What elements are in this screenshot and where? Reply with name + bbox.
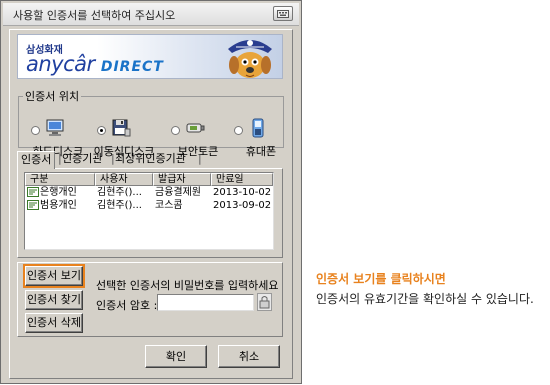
- cert-location-legend: 인증서 위치: [25, 90, 80, 103]
- password-input[interactable]: [157, 294, 254, 311]
- tab-certificate[interactable]: 인증서: [17, 151, 56, 169]
- row-issuer: 코스콤: [155, 200, 183, 211]
- dialog-title: 사용할 인증서를 선택하여 주십시오: [13, 9, 176, 22]
- cert-location-group: 인증서 위치 하드디스크 이동식디스크 보안토큰 휴대폰: [18, 88, 284, 158]
- row-user: 김현주()...: [97, 187, 142, 198]
- brand-name: anycâr: [26, 52, 95, 76]
- password-label: 인증서 암호 :: [96, 299, 158, 312]
- help-note-body: 인증서의 유효기간을 확인하실 수 있습니다.: [316, 292, 534, 306]
- find-cert-button[interactable]: 인증서 찾기: [25, 290, 83, 310]
- radio-token[interactable]: [171, 126, 180, 135]
- virtual-keypad-button[interactable]: [257, 293, 272, 311]
- radio-harddisk[interactable]: [31, 126, 40, 135]
- brand-suffix: DIRECT: [100, 59, 164, 75]
- radio-phone[interactable]: [234, 126, 243, 135]
- brand-banner: 삼성화재 anycâr DIRECT: [17, 34, 283, 79]
- security-token-icon: [186, 123, 205, 133]
- row-issuer: 금융결제원: [155, 187, 201, 198]
- dialog-titlebar: 사용할 인증서를 선택하여 주십시오: [3, 3, 299, 26]
- brand-logo: anycâr DIRECT: [26, 52, 164, 76]
- mobile-phone-icon: [252, 118, 264, 138]
- view-cert-button[interactable]: 인증서 보기: [23, 264, 85, 288]
- titlebar-keyboard-button[interactable]: [273, 6, 293, 21]
- certificate-icon: [27, 200, 39, 210]
- tab-separator: |: [198, 152, 202, 165]
- tab-root-authority[interactable]: 최상위인증기관: [112, 151, 189, 169]
- row-expiry: 2013-09-02: [213, 200, 272, 211]
- cert-tabs: 인증서 | 인증기관 | 최상위인증기관 |: [17, 151, 283, 169]
- password-prompt: 선택한 인증서의 비밀번호를 입력하세요: [96, 279, 279, 292]
- table-row[interactable]: 범용개인 김현주()... 코스콤 2013-09-02: [25, 199, 273, 212]
- tab-authority[interactable]: 인증기관: [59, 151, 105, 169]
- col-header-expiry[interactable]: 만료일: [211, 173, 273, 186]
- row-expiry: 2013-10-02: [213, 187, 272, 198]
- row-type: 은행개인: [40, 187, 77, 198]
- table-row[interactable]: 은행개인 김현주()... 금융결제원 2013-10-02: [25, 186, 273, 199]
- radio-removable[interactable]: [97, 126, 106, 135]
- row-type: 범용개인: [40, 200, 77, 211]
- row-user: 김현주()...: [97, 200, 142, 211]
- row-type-cell: 범용개인: [27, 199, 95, 212]
- mascot-icon: [228, 40, 272, 78]
- col-header-issuer[interactable]: 발급자: [153, 173, 211, 186]
- monitor-icon: [46, 119, 64, 136]
- col-header-user[interactable]: 사용자: [95, 173, 153, 186]
- floppy-disk-icon: [112, 119, 131, 137]
- keyboard-icon: [277, 10, 289, 18]
- keypad-icon: [259, 296, 270, 309]
- ok-button[interactable]: 확인: [145, 345, 207, 368]
- delete-cert-button[interactable]: 인증서 삭제: [25, 313, 83, 333]
- certificate-icon: [27, 187, 39, 197]
- help-note-title: 인증서 보기를 클릭하시면: [316, 272, 446, 286]
- cert-table[interactable]: 구분 사용자 발급자 만료일 은행개인 김현주()... 금융결제원 2013-…: [24, 172, 274, 250]
- col-header-type[interactable]: 구분: [25, 173, 95, 186]
- row-type-cell: 은행개인: [27, 186, 95, 199]
- cancel-button[interactable]: 취소: [218, 345, 280, 368]
